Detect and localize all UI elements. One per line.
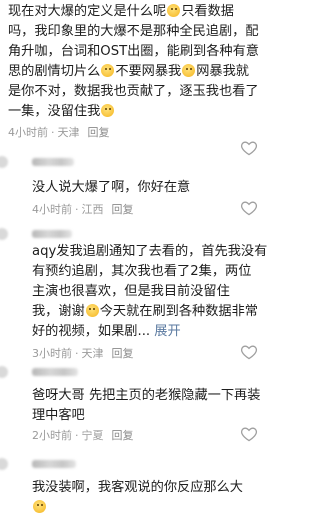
smiley-emoji-icon — [101, 64, 115, 77]
avatar — [0, 228, 8, 240]
comment-time: 4小时前 — [32, 203, 72, 216]
comment-meta: 4小时前 · 江西 回复 — [32, 201, 134, 217]
avatar — [0, 156, 8, 168]
smiley-emoji-icon — [101, 104, 115, 117]
heart-outline-icon — [240, 345, 258, 360]
comment-text: 我没装啊，我客观说的你反应那么大 — [32, 478, 252, 518]
comment-time: 2小时前 — [32, 429, 72, 442]
comment-meta: 4小时前 · 天津 回复 — [8, 124, 110, 140]
comment-meta: 3小时前 · 天津 回复 — [32, 345, 134, 361]
comment-time: 4小时前 — [8, 126, 48, 139]
heart-outline-icon — [240, 201, 258, 216]
reply-button[interactable]: 回复 — [112, 201, 134, 217]
comment-meta: 2小时前 · 宁夏 回复 — [32, 427, 134, 443]
heart-outline-icon — [240, 427, 258, 442]
like-button[interactable] — [240, 200, 258, 216]
smiley-emoji-icon — [33, 500, 46, 513]
comment-location: 江西 — [81, 203, 104, 216]
comment-text: 现在对大爆的定义是什么呢 只看数据 吗，我印象里的大爆不是那种全民追剧，配 角升咖… — [8, 4, 259, 119]
like-button[interactable] — [240, 344, 258, 360]
comment-time: 3小时前 — [32, 347, 72, 360]
comment-location: 天津 — [81, 347, 104, 360]
smiley-emoji-icon — [85, 304, 99, 317]
username-blurred — [32, 158, 74, 166]
expand-link[interactable]: 展开 — [154, 324, 180, 339]
username-blurred — [32, 460, 76, 468]
comment-location: 天津 — [57, 126, 80, 139]
reply-button[interactable]: 回复 — [112, 345, 134, 361]
comment-location: 宁夏 — [81, 429, 104, 442]
comment-text: aqy发我追剧通知了去看的，首先我没有 有预约追剧，其次我也看了2集，两位 主演… — [32, 244, 268, 339]
reply-button[interactable]: 回复 — [88, 124, 110, 140]
username-blurred — [32, 368, 78, 376]
smiley-emoji-icon — [182, 64, 196, 77]
like-button[interactable] — [240, 140, 258, 156]
comment-item: 现在对大爆的定义是什么呢 只看数据 吗，我印象里的大爆不是那种全民追剧，配 角升咖… — [0, 2, 272, 156]
username-blurred — [32, 230, 72, 238]
like-button[interactable] — [240, 426, 258, 442]
smiley-emoji-icon — [167, 4, 181, 17]
avatar — [0, 366, 8, 378]
heart-outline-icon — [240, 141, 258, 156]
avatar — [0, 458, 8, 470]
reply-button[interactable]: 回复 — [112, 427, 134, 443]
comment-text: 没人说大爆了啊，你好在意 — [32, 180, 191, 195]
comment-text: 爸呀大哥 先把主页的老猴隐藏一下再装 理中客吧 — [32, 388, 261, 423]
